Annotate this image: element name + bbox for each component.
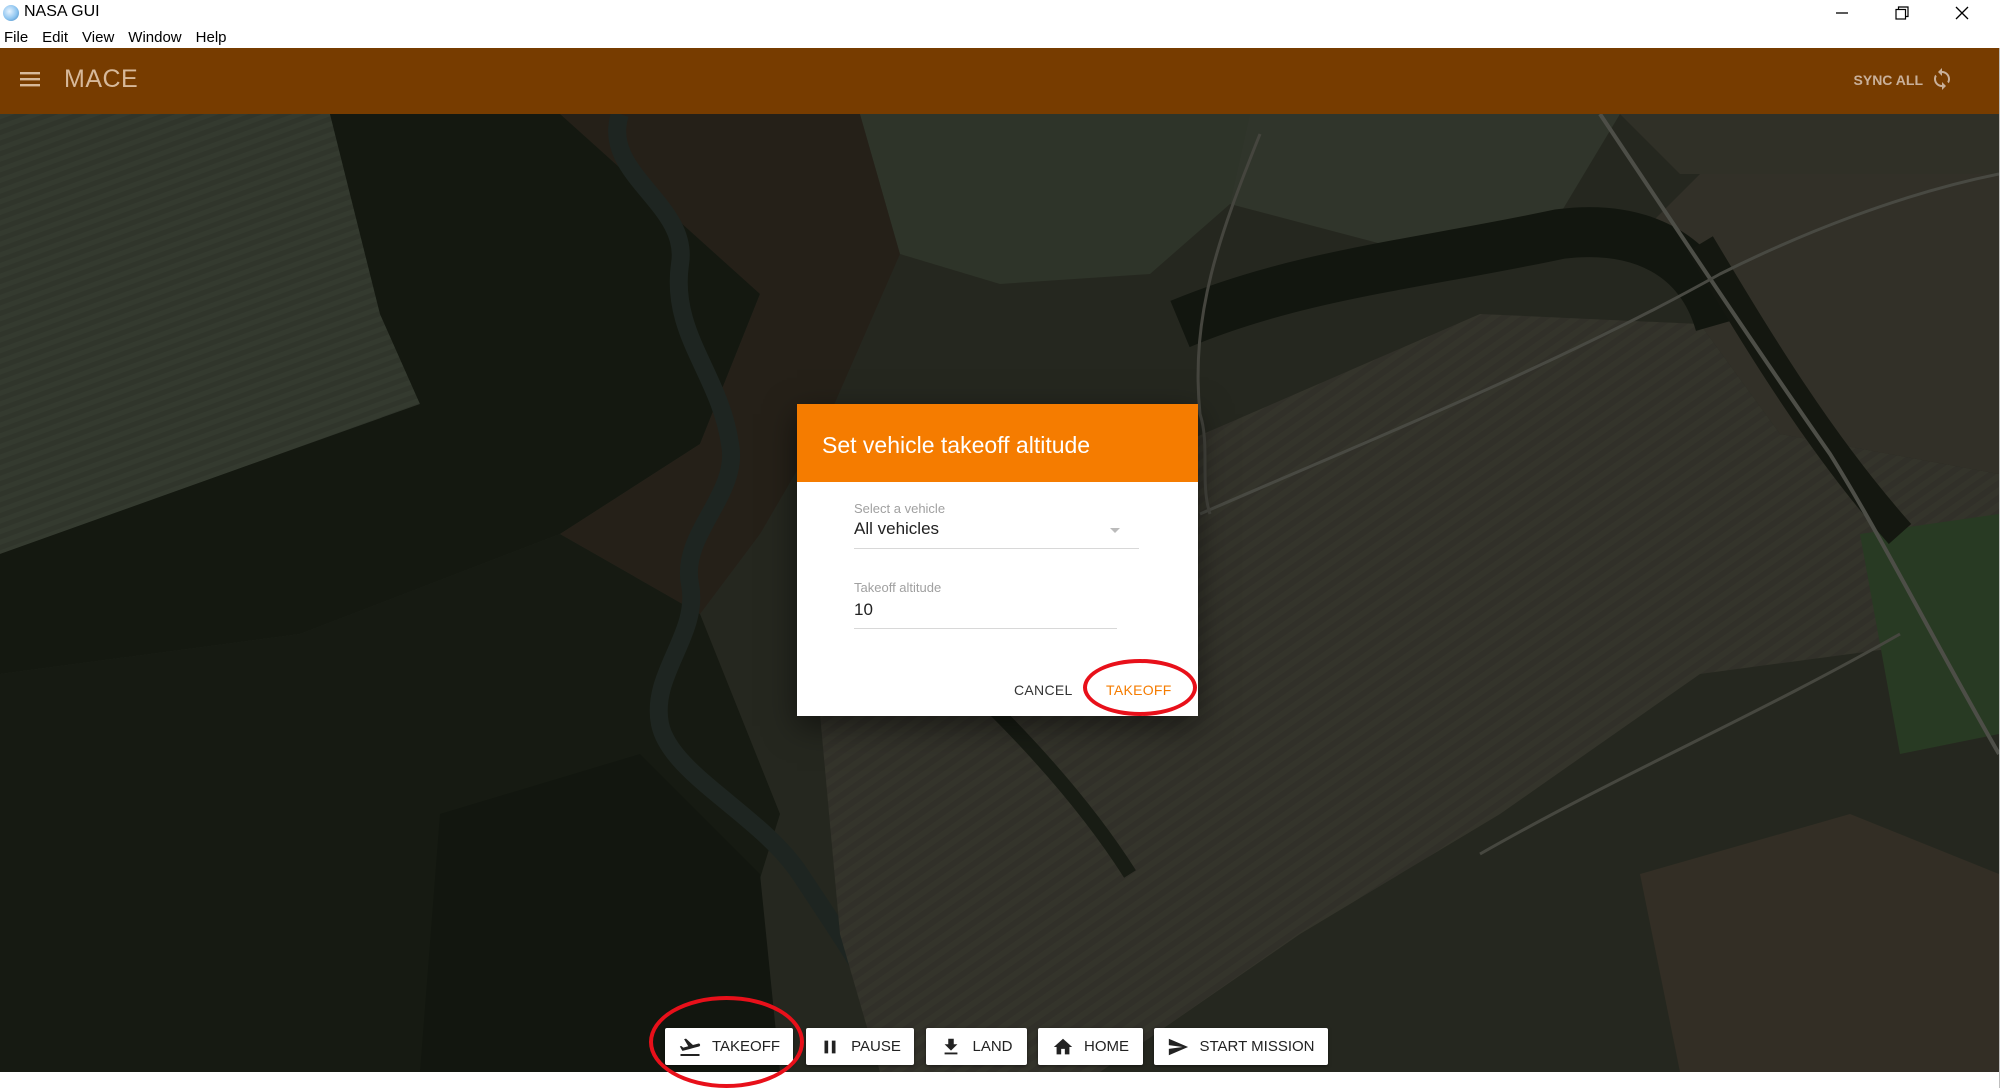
window-titlebar: NASA GUI bbox=[0, 0, 2000, 26]
land-button[interactable]: LAND bbox=[926, 1028, 1027, 1065]
restore-button[interactable] bbox=[1872, 0, 1932, 26]
altitude-input[interactable]: 10 bbox=[854, 600, 873, 620]
pause-icon bbox=[824, 1040, 836, 1053]
home-button[interactable]: HOME bbox=[1038, 1028, 1143, 1065]
land-icon bbox=[945, 1038, 958, 1054]
menu-view[interactable]: View bbox=[82, 29, 114, 46]
vehicle-select-label: Select a vehicle bbox=[854, 501, 946, 516]
chevron-down-icon[interactable] bbox=[1110, 528, 1120, 533]
vehicle-select[interactable]: All vehicles bbox=[854, 519, 939, 539]
pause-label: PAUSE bbox=[851, 1038, 901, 1055]
menu-file[interactable]: File bbox=[4, 29, 28, 46]
vehicle-select-underline bbox=[854, 548, 1139, 549]
minimize-button[interactable] bbox=[1812, 0, 1872, 26]
dialog-title: Set vehicle takeoff altitude bbox=[822, 432, 1091, 458]
dialog-cancel-button[interactable]: CANCEL bbox=[1014, 682, 1073, 698]
menu-window[interactable]: Window bbox=[128, 29, 181, 46]
start-mission-button[interactable]: START MISSION bbox=[1154, 1028, 1328, 1065]
window-title: NASA GUI bbox=[24, 3, 100, 20]
home-label: HOME bbox=[1084, 1038, 1129, 1055]
menu-edit[interactable]: Edit bbox=[42, 29, 68, 46]
altitude-field-label: Takeoff altitude bbox=[854, 580, 942, 595]
home-icon bbox=[1053, 1038, 1073, 1054]
menubar: File Edit View Window Help bbox=[0, 26, 2000, 48]
dialog-header: Set vehicle takeoff altitude bbox=[797, 404, 1198, 482]
bottom-strip bbox=[0, 1072, 2000, 1088]
send-icon bbox=[1169, 1038, 1189, 1055]
highlight-ring-dialog-takeoff bbox=[1083, 659, 1197, 716]
restore-icon bbox=[1895, 6, 1909, 20]
sync-all-button[interactable]: SYNC ALL bbox=[1854, 72, 1923, 88]
app-title: MACE bbox=[64, 65, 139, 93]
app-bar: MACE SYNC ALL bbox=[0, 48, 2000, 114]
minimize-icon bbox=[1836, 12, 1848, 14]
highlight-ring-takeoff bbox=[649, 996, 804, 1088]
menu-help[interactable]: Help bbox=[196, 29, 227, 46]
land-label: LAND bbox=[972, 1038, 1013, 1055]
altitude-input-underline bbox=[854, 628, 1117, 629]
hamburger-menu-icon[interactable] bbox=[20, 71, 40, 87]
close-icon bbox=[1955, 6, 1969, 20]
close-button[interactable] bbox=[1932, 0, 1992, 26]
sync-icon[interactable] bbox=[1930, 67, 1954, 91]
pause-button[interactable]: PAUSE bbox=[806, 1028, 914, 1065]
start-mission-label: START MISSION bbox=[1199, 1038, 1315, 1055]
app-globe-icon bbox=[3, 5, 19, 21]
